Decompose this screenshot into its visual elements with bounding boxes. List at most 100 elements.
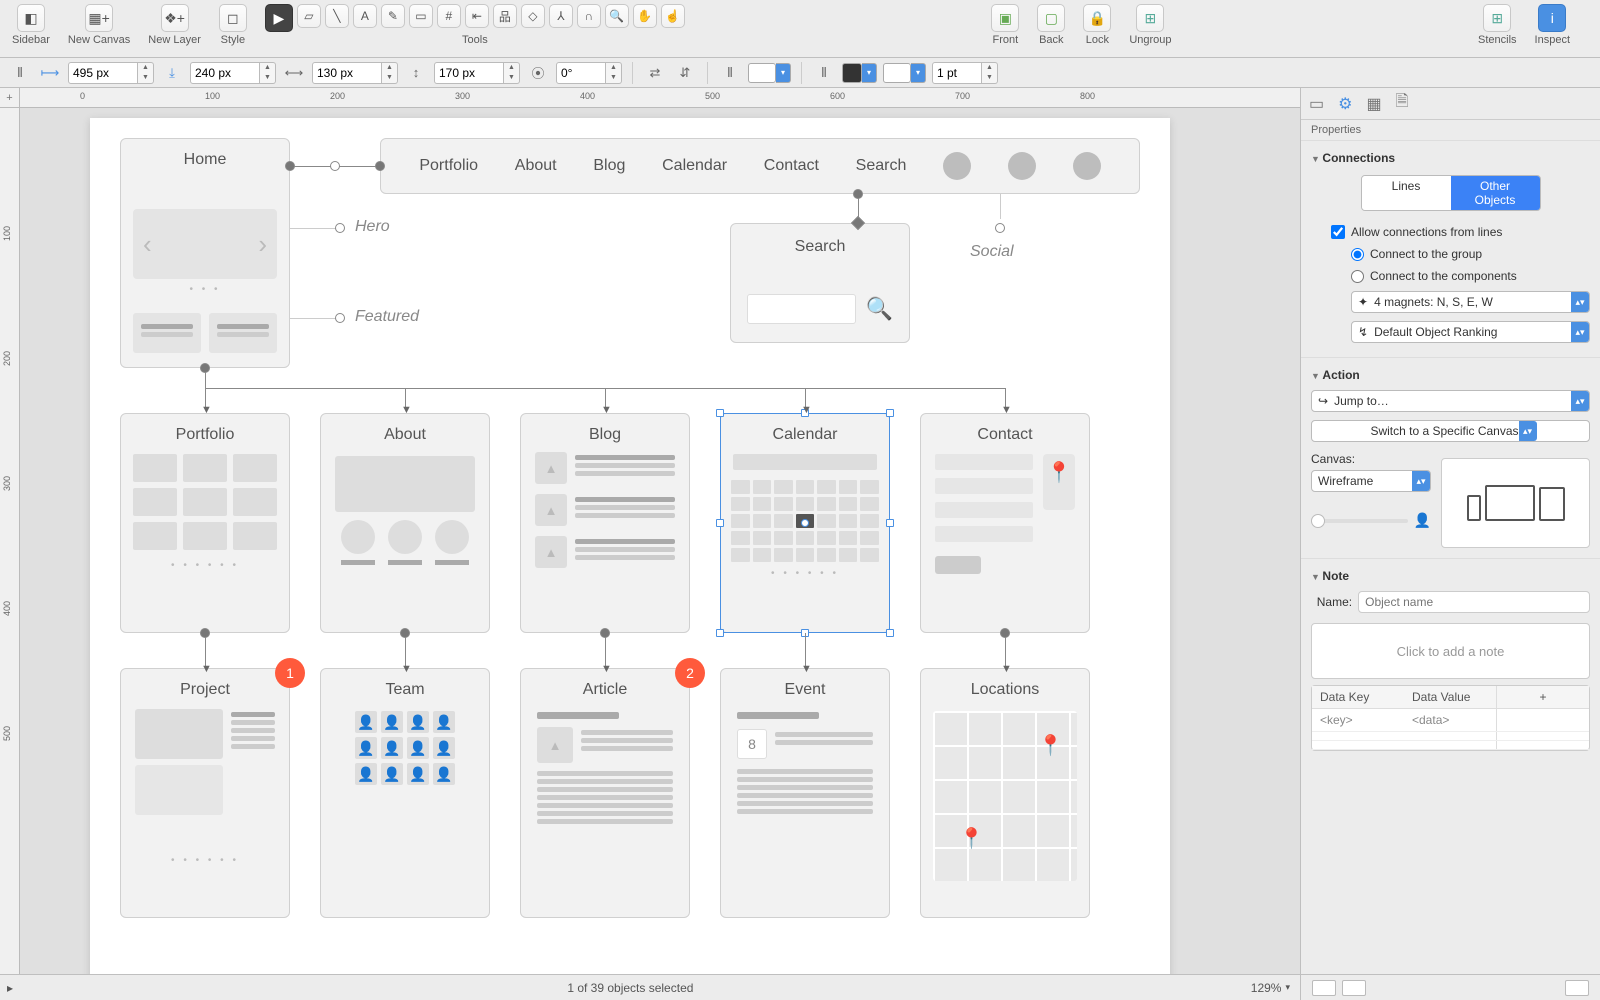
bring-front-button[interactable]: ▣	[991, 4, 1019, 32]
text-tool[interactable]: A	[353, 4, 377, 28]
y-input[interactable]	[190, 62, 260, 84]
send-back-button[interactable]: ▢	[1037, 4, 1065, 32]
stroke-style-icon[interactable]: ⦀	[812, 62, 836, 84]
rot-stepper[interactable]: ▲▼	[606, 62, 622, 84]
wireframe-contact[interactable]: Contact 📍	[920, 413, 1090, 633]
wireframe-blog[interactable]: Blog ▲ ▲ ▲	[520, 413, 690, 633]
data-value-cell[interactable]: <data>	[1404, 709, 1496, 731]
selection-handle[interactable]	[886, 409, 894, 417]
ungroup-button[interactable]: ⊞	[1136, 4, 1164, 32]
inspector-tab-geometry-icon[interactable]: ▭	[1309, 94, 1324, 114]
ruler-toggle-icon[interactable]: ⦀	[8, 62, 32, 84]
data-key-cell[interactable]: <key>	[1312, 709, 1404, 731]
search-icon[interactable]: 🔍	[866, 296, 893, 322]
selection-handle[interactable]	[716, 519, 724, 527]
nav-item[interactable]: Calendar	[662, 157, 727, 175]
inspector-tab-canvas-icon[interactable]: ▦	[1366, 94, 1381, 114]
ruler-horizontal[interactable]: 0 100 200 300 400 500 600 700 800	[20, 88, 1300, 108]
x-input[interactable]	[68, 62, 138, 84]
connections-section-title[interactable]: Connections	[1311, 147, 1590, 169]
ranking-select[interactable]: ↯Default Object Ranking ▴▾	[1351, 321, 1590, 343]
sidebar-toggle-button[interactable]: ◧	[17, 4, 45, 32]
nav-item[interactable]: About	[515, 157, 557, 175]
nav-item[interactable]: Contact	[764, 157, 819, 175]
selection-handle[interactable]	[886, 519, 894, 527]
wireframe-article[interactable]: Article ▲	[520, 668, 690, 918]
selection-handle[interactable]	[886, 629, 894, 637]
expand-tool[interactable]: ⇤	[465, 4, 489, 28]
tab-lines[interactable]: Lines	[1362, 176, 1451, 210]
selection-tool[interactable]: ▶	[265, 4, 293, 32]
object-name-input[interactable]	[1358, 591, 1590, 613]
artboard-tool[interactable]: ▭	[409, 4, 433, 28]
stroke-dropdown[interactable]: ▾	[862, 63, 877, 83]
note-textarea[interactable]: Click to add a note	[1311, 623, 1590, 679]
inspector-tab-properties-icon[interactable]: ⚙	[1338, 94, 1352, 114]
action-type-select[interactable]: ↪Jump to… ▴▾	[1311, 390, 1590, 412]
stroke-stepper[interactable]: ▲▼	[982, 62, 998, 84]
style-button[interactable]: ◻	[219, 4, 247, 32]
magnet-tool[interactable]: ∩	[577, 4, 601, 28]
pen-tool[interactable]: ✎	[381, 4, 405, 28]
inspector-tab-document-icon[interactable]: 🗎	[1396, 90, 1409, 117]
fill-dropdown[interactable]: ▾	[776, 63, 791, 83]
magnets-select[interactable]: ✦4 magnets: N, S, E, W ▴▾	[1351, 291, 1590, 313]
x-stepper[interactable]: ▲▼	[138, 62, 154, 84]
height-input[interactable]	[434, 62, 504, 84]
flip-v-icon[interactable]: ⇵	[673, 62, 697, 84]
connector-tool[interactable]: ⅄	[549, 4, 573, 28]
flip-h-icon[interactable]: ⇄	[643, 62, 667, 84]
line-tool[interactable]: ╲	[325, 4, 349, 28]
action-target-select[interactable]: Switch to a Specific Canvas ▴▾	[1311, 420, 1590, 442]
grid-tool[interactable]: #	[437, 4, 461, 28]
wireframe-search[interactable]: Search 🔍	[730, 223, 910, 343]
selection-handle[interactable]	[716, 629, 724, 637]
point-tool[interactable]: ☝	[661, 4, 685, 28]
canvas-area[interactable]: + 0 100 200 300 400 500 600 700 800 100 …	[0, 88, 1300, 974]
rotation-input[interactable]	[556, 62, 606, 84]
new-layer-button[interactable]: ❖+	[161, 4, 189, 32]
note-section-title[interactable]: Note	[1311, 565, 1590, 587]
selection-handle[interactable]	[716, 409, 724, 417]
stroke-width-input[interactable]	[932, 62, 982, 84]
allow-connections-checkbox[interactable]	[1331, 225, 1345, 239]
style-stroke-swatch[interactable]	[1342, 980, 1366, 996]
w-stepper[interactable]: ▲▼	[382, 62, 398, 84]
wireframe-team[interactable]: Team 👤👤👤👤 👤👤👤👤 👤👤👤👤	[320, 668, 490, 918]
lock-button[interactable]: 🔒	[1083, 4, 1111, 32]
stroke-pattern-dropdown[interactable]: ▾	[911, 63, 926, 83]
wireframe-portfolio[interactable]: Portfolio • • • • • •	[120, 413, 290, 633]
diamond-tool[interactable]: ◇	[521, 4, 545, 28]
hierarchy-tool[interactable]: 品	[493, 4, 517, 28]
style-fill-swatch[interactable]	[1312, 980, 1336, 996]
ruler-vertical[interactable]: 100 200 300 400 500	[0, 108, 20, 974]
wireframe-about[interactable]: About	[320, 413, 490, 633]
stencils-button[interactable]: ⊞	[1483, 4, 1511, 32]
width-input[interactable]	[312, 62, 382, 84]
shape-tool[interactable]: ▱	[297, 4, 321, 28]
style-text-swatch[interactable]	[1565, 980, 1589, 996]
inspect-button[interactable]: i	[1538, 4, 1566, 32]
selection-center-handle[interactable]	[801, 519, 809, 527]
wireframe-navbar[interactable]: Portfolio About Blog Calendar Contact Se…	[380, 138, 1140, 194]
align-icon[interactable]: ⦀	[718, 62, 742, 84]
hand-tool[interactable]: ✋	[633, 4, 657, 28]
new-canvas-button[interactable]: ▦+	[85, 4, 113, 32]
zoom-tool[interactable]: 🔍	[605, 4, 629, 28]
y-stepper[interactable]: ▲▼	[260, 62, 276, 84]
wireframe-project[interactable]: Project • • • • • •	[120, 668, 290, 918]
stroke-pattern[interactable]	[883, 63, 911, 83]
connect-group-radio[interactable]	[1351, 248, 1364, 261]
search-field[interactable]	[747, 294, 856, 324]
wireframe-locations[interactable]: Locations 📍 📍	[920, 668, 1090, 918]
fill-swatch[interactable]	[748, 63, 776, 83]
nav-item[interactable]: Search	[856, 157, 907, 175]
canvas-select[interactable]: Wireframe ▴▾	[1311, 470, 1431, 492]
zoom-dropdown-icon[interactable]: ▾	[1285, 982, 1290, 993]
zoom-slider-handle[interactable]	[1311, 514, 1325, 528]
nav-item[interactable]: Blog	[593, 157, 625, 175]
canvas-menu-icon[interactable]: ▸	[0, 981, 20, 995]
carousel-next-icon[interactable]: ›	[258, 229, 267, 260]
wireframe-event[interactable]: Event 8	[720, 668, 890, 918]
wireframe-home[interactable]: Home ‹ › • • •	[120, 138, 290, 368]
